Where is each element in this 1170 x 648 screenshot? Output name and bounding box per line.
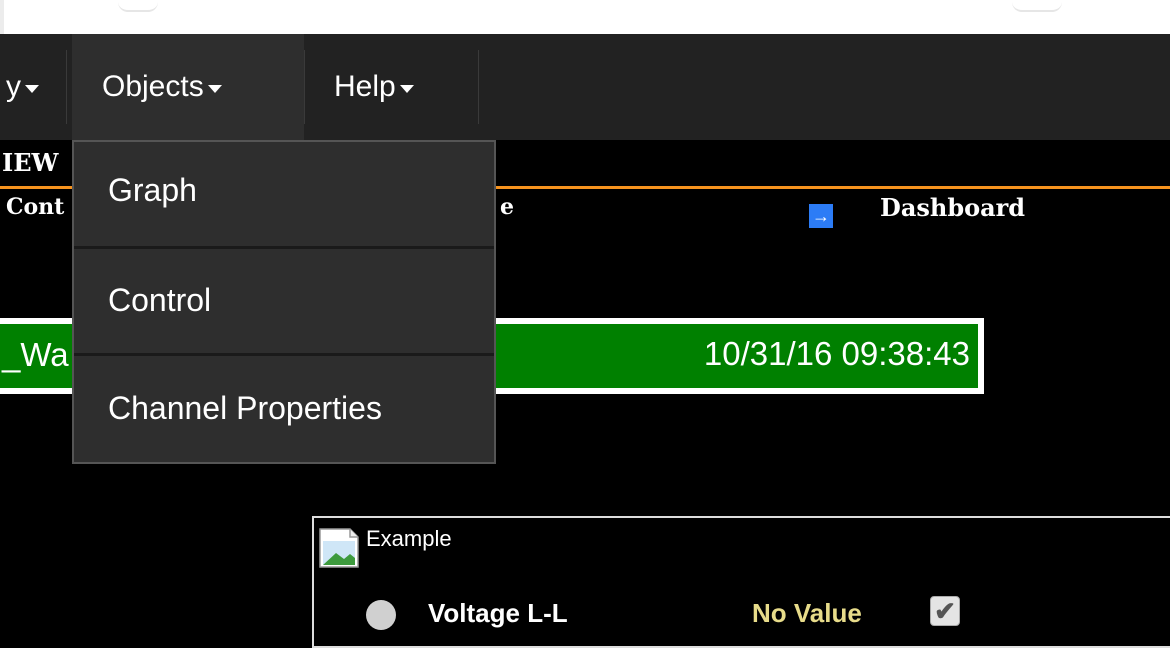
header-link-fragment[interactable]: Cont [6, 194, 64, 220]
chevron-down-icon [399, 85, 414, 93]
arrow-right-icon[interactable]: → [809, 204, 833, 228]
nav-item-help-label: Help [334, 70, 396, 103]
status-dot-icon [366, 600, 396, 630]
example-title: Example [366, 526, 452, 551]
browser-tab-curve [1012, 2, 1062, 12]
status-timestamp: 10/31/16 09:38:43 [703, 335, 970, 372]
menu-item-channel-properties[interactable]: Channel Properties [74, 390, 494, 427]
header-link-fragment[interactable]: e [500, 194, 514, 220]
page-title-fragment: IEW [2, 148, 59, 177]
browser-tab-curve [118, 2, 158, 12]
channel-value: No Value [752, 598, 862, 628]
browser-left-edge [0, 0, 4, 34]
menu-item-control[interactable]: Control [74, 282, 494, 319]
nav-divider [304, 50, 305, 124]
top-navbar: y Objects Help [0, 34, 1170, 140]
nav-item-objects-label: Objects [102, 70, 204, 103]
chevron-down-icon [207, 85, 222, 93]
nav-item-objects[interactable]: Objects [72, 34, 304, 140]
menu-divider [74, 246, 494, 249]
status-device-name: _Wa [2, 336, 69, 373]
dashboard-link[interactable]: Dashboard [880, 193, 1025, 222]
nav-item-help[interactable]: Help [334, 34, 414, 140]
nav-divider [66, 50, 67, 124]
chevron-down-icon [25, 85, 39, 93]
menu-divider [74, 353, 494, 356]
menu-item-graph[interactable]: Graph [74, 172, 494, 209]
checkmark-icon[interactable]: ✔ [930, 596, 960, 626]
nav-divider [478, 50, 479, 124]
nav-item-partial[interactable]: y [6, 34, 39, 140]
nav-item-partial-label: y [6, 70, 21, 103]
channel-label: Voltage L-L [428, 598, 568, 628]
browser-top-strip [0, 0, 1170, 34]
broken-image-icon [319, 528, 359, 568]
objects-dropdown-menu: Graph Control Channel Properties [72, 140, 496, 464]
